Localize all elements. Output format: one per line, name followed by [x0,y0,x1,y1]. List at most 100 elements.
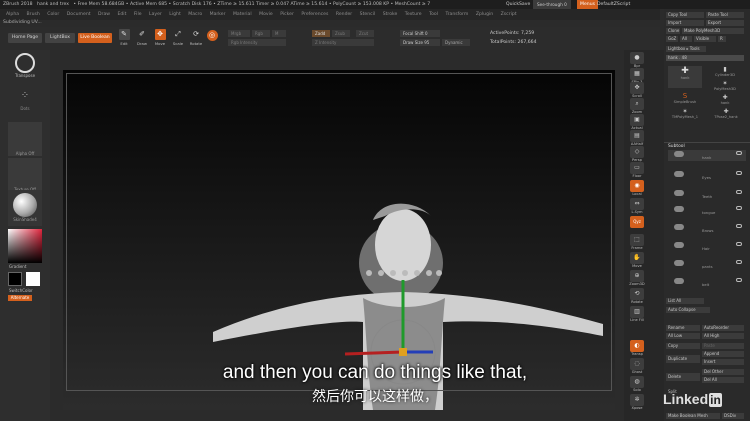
menu-draw[interactable]: Draw [98,12,110,17]
subtool-row[interactable]: Eyes [668,170,746,181]
edit-mode-button[interactable]: ✎ Edit [115,29,133,49]
clone-button[interactable]: Clone [666,28,680,34]
move-mode-button[interactable]: ✥ Move [151,29,169,49]
subtool-row[interactable]: pants [668,259,746,270]
paste-tool-button[interactable]: Paste Tool [706,12,744,18]
eye-icon[interactable] [736,278,742,282]
rotate-mode-button[interactable]: ⟳ Rotate [187,29,205,49]
transpose-button[interactable]: Transpose [8,53,42,81]
autoreorder-button[interactable]: AutoReorder [702,325,744,331]
tool-thumb-hank2[interactable]: ✚ hank [708,94,742,106]
make-polymesh-button[interactable]: Make PolyMesh3D [682,28,744,34]
goz-button[interactable]: GoZ [666,36,678,42]
visible-button[interactable]: Visible [694,36,716,42]
gradient-label[interactable]: Gradient [9,264,26,269]
paste-button[interactable]: Paste [702,343,744,349]
menu-picker[interactable]: Picker [280,12,294,17]
rename-button[interactable]: Rename [666,325,700,331]
menus-button[interactable]: Menus [577,0,599,9]
zadd-toggle[interactable]: Zadd [312,30,330,37]
dsdiv-button[interactable]: DSDiv [722,413,744,419]
menu-movie[interactable]: Movie [259,12,273,17]
scale-mode-button[interactable]: ⤢ Scale [169,29,187,49]
eye-icon[interactable] [736,224,742,228]
all-low-button[interactable]: All Low [666,333,700,339]
gizmo-button[interactable]: ◎ [205,30,219,50]
menu-color[interactable]: Color [47,12,59,17]
auto-collapse-button[interactable]: Auto Collapse [666,307,710,313]
menu-zscript[interactable]: Zscript [501,12,517,17]
append-button[interactable]: Append [702,351,744,357]
eye-icon[interactable] [736,206,742,210]
stroke-dots-button[interactable]: ⁘ Dots [10,86,40,114]
subtool-row[interactable]: Brows [668,223,746,234]
menu-file[interactable]: File [134,12,142,17]
tool-thumb-polymesh[interactable]: ✶ PolyMesh3D [708,80,742,92]
lightbox-tools-button[interactable]: Lightbox ▸ Tools [666,46,706,52]
menu-stencil[interactable]: Stencil [360,12,376,17]
menu-marker[interactable]: Marker [210,12,226,17]
eye-icon[interactable] [736,190,742,194]
m-toggle[interactable]: M [272,30,286,37]
menu-material[interactable]: Material [233,12,252,17]
import-button[interactable]: Import [666,20,704,26]
see-through-slider[interactable]: See-through 0 [533,0,571,9]
material-slot[interactable]: SkinShade4 [8,190,42,226]
subtool-row[interactable]: belt [668,277,746,288]
alternate-button[interactable]: Alternate [8,295,32,301]
default-zscript-button[interactable]: DefaultZScript [597,0,630,9]
eye-icon[interactable] [736,242,742,246]
rgb-toggle[interactable]: Rgb [252,30,270,37]
subtool-row[interactable]: Teeth [668,189,746,200]
menu-document[interactable]: Document [67,12,91,17]
menu-edit[interactable]: Edit [117,12,126,17]
z-intensity-slider[interactable]: Z Intensity [312,39,374,46]
subtool-row[interactable]: tongue [668,205,746,216]
menu-layer[interactable]: Layer [149,12,162,17]
tool-thumb-hank[interactable]: ✚ hank [668,66,702,88]
menu-alpha[interactable]: Alpha [6,12,19,17]
r-button[interactable]: R [718,36,726,42]
menu-render[interactable]: Render [336,12,352,17]
menu-texture[interactable]: Texture [405,12,422,17]
list-all-button[interactable]: List All [666,298,704,304]
zcut-toggle[interactable]: Zcut [356,30,374,37]
lightbox-button[interactable]: LightBox [45,33,75,43]
menu-stroke[interactable]: Stroke [383,12,398,17]
eye-icon[interactable] [736,171,742,175]
color-picker[interactable] [8,229,42,263]
menu-zplugin[interactable]: Zplugin [476,12,493,17]
alpha-slot[interactable]: Alpha Off [8,122,42,156]
mrgb-toggle[interactable]: Mrgb [228,30,250,37]
main-color-swatch[interactable] [8,272,22,286]
subtool-header[interactable]: Subtool [668,144,685,149]
all-high-button[interactable]: All High [702,333,744,339]
draw-size-slider[interactable]: Draw Size 95 [400,39,440,46]
all-button[interactable]: All [680,36,692,42]
copy-button[interactable]: Copy [666,343,700,349]
focal-shift-slider[interactable]: Focal Shift 0 [400,30,440,37]
subtool-row[interactable]: Hair [668,241,746,252]
zsub-toggle[interactable]: Zsub [332,30,350,37]
eye-icon[interactable] [736,260,742,264]
make-boolean-mesh-button[interactable]: Make Boolean Mesh [666,413,720,419]
dynamic-toggle[interactable]: Dynamic [442,39,470,46]
copy-tool-button[interactable]: Copy Tool [666,12,704,18]
export-button[interactable]: Export [706,20,744,26]
menu-light[interactable]: Light [169,12,180,17]
menu-transform[interactable]: Transform [445,12,468,17]
draw-mode-button[interactable]: ✐ Draw [133,29,151,49]
menu-preferences[interactable]: Preferences [301,12,328,17]
live-boolean-button[interactable]: Live Boolean [78,33,112,43]
switch-color-button[interactable]: SwitchColor [9,288,33,293]
secondary-color-swatch[interactable] [26,272,40,286]
menu-brush[interactable]: Brush [27,12,40,17]
eye-icon[interactable] [736,151,742,155]
tool-thumb-tmpolymesh[interactable]: ✶ TMPolyMesh_1 [668,108,702,122]
menu-tool[interactable]: Tool [429,12,438,17]
tool-thumb-tpose[interactable]: ✚ TPose2_hank [708,108,744,122]
tool-slider[interactable]: hank . 48 [666,55,744,61]
rgb-intensity-slider[interactable]: Rgb Intensity [228,39,286,46]
tool-thumb-simplebrush[interactable]: S SimpleBrush [668,92,702,106]
quicksave-button[interactable]: QuickSave [506,0,530,9]
